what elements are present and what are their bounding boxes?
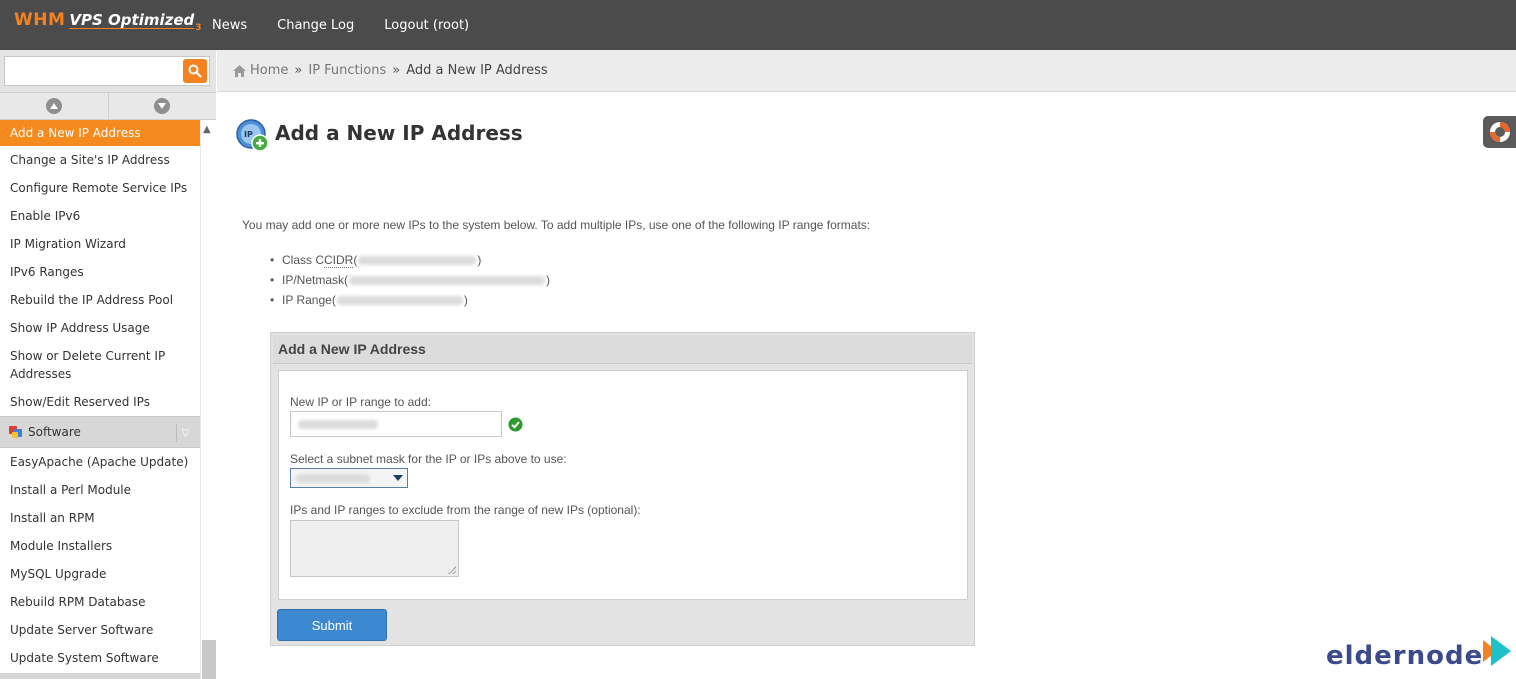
scroll-up-icon[interactable]: ▲: [203, 124, 211, 135]
redacted-mask-value: [296, 473, 370, 483]
watermark-text: eldernode: [1326, 641, 1484, 671]
expand-all-button[interactable]: [109, 93, 217, 119]
top-nav: News Change Log Logout (root): [212, 0, 499, 50]
sidebar-next-section: [0, 673, 200, 679]
arrow-down-icon: [154, 98, 171, 114]
nav-logout-link[interactable]: Logout (root): [384, 18, 469, 33]
format-label: IP/Netmask: [282, 273, 345, 287]
home-icon: [233, 64, 246, 77]
format-label: IP Range: [282, 293, 332, 307]
format-label: Class C: [282, 253, 325, 267]
form-body: New IP or IP range to add: Select a subn…: [278, 370, 968, 600]
breadcrumb: Home » IP Functions » Add a New IP Addre…: [217, 50, 1516, 92]
ip-format-list: • Class C CIDR ( ) • IP/Netmask ( ) • IP…: [270, 250, 550, 310]
exclude-ips-label: IPs and IP ranges to exclude from the ra…: [290, 503, 641, 517]
sidebar-item-ip-migration-wizard[interactable]: IP Migration Wizard: [0, 230, 200, 258]
search-input[interactable]: [4, 56, 210, 86]
ip-field-label: New IP or IP range to add:: [290, 395, 431, 409]
collapse-all-button[interactable]: [0, 93, 109, 119]
add-ip-form-panel: Add a New IP Address New IP or IP range …: [270, 332, 975, 646]
sidebar-section-software[interactable]: Software ▽: [0, 416, 200, 448]
sidebar: Add a New IP Address Change a Site's IP …: [0, 50, 216, 679]
redacted-example: [358, 255, 477, 265]
sidebar-menu: Add a New IP Address Change a Site's IP …: [0, 120, 200, 672]
intro-text: You may add one or more new IPs to the s…: [242, 218, 871, 232]
eldernode-watermark: eldernode: [1326, 636, 1512, 676]
resize-grip-icon[interactable]: [448, 566, 456, 574]
sidebar-item-install-rpm[interactable]: Install an RPM: [0, 504, 200, 532]
sidebar-scrollbar[interactable]: ▲: [200, 120, 216, 679]
check-icon: [508, 417, 523, 432]
breadcrumb-separator: »: [294, 63, 303, 78]
sidebar-item-add-new-ip[interactable]: Add a New IP Address: [0, 120, 200, 146]
submit-button[interactable]: Submit: [277, 609, 387, 641]
exclude-ips-textarea[interactable]: [290, 520, 459, 577]
play-arrows-icon: [1483, 636, 1512, 666]
svg-text:IP: IP: [244, 130, 253, 139]
help-button[interactable]: [1483, 116, 1516, 148]
logo-brand: WHM: [14, 10, 66, 30]
breadcrumb-separator: »: [392, 63, 401, 78]
sidebar-item-install-perl-module[interactable]: Install a Perl Module: [0, 476, 200, 504]
sidebar-search: [0, 50, 216, 92]
new-ip-input[interactable]: [290, 411, 502, 437]
subnet-mask-label: Select a subnet mask for the IP or IPs a…: [290, 452, 567, 466]
redacted-example: [336, 295, 463, 305]
chevron-down-icon[interactable]: ▽: [176, 424, 194, 442]
sidebar-item-show-ip-usage[interactable]: Show IP Address Usage: [0, 314, 200, 342]
nav-change-log-link[interactable]: Change Log: [277, 18, 354, 33]
cidr-abbr: CIDR: [324, 252, 354, 268]
redacted-ip-value: [298, 419, 378, 429]
sidebar-item-change-site-ip[interactable]: Change a Site's IP Address: [0, 146, 200, 174]
whm-logo[interactable]: WHM VPS Optimized 3: [14, 10, 202, 40]
arrow-up-icon: [45, 98, 62, 114]
logo-version: 3: [195, 23, 202, 33]
expand-collapse-row: [0, 92, 216, 120]
form-header: Add a New IP Address: [273, 335, 972, 364]
nav-news-link[interactable]: News: [212, 18, 247, 33]
page-title: Add a New IP Address: [275, 121, 523, 145]
sidebar-item-mysql-upgrade[interactable]: MySQL Upgrade: [0, 560, 200, 588]
subnet-mask-select[interactable]: [290, 468, 408, 488]
redacted-example: [349, 275, 546, 285]
sidebar-item-configure-remote-ips[interactable]: Configure Remote Service IPs: [0, 174, 200, 202]
add-ip-icon: IP: [236, 119, 269, 152]
top-bar: WHM VPS Optimized 3 News Change Log Logo…: [0, 0, 1516, 50]
breadcrumb-ip-functions-link[interactable]: IP Functions: [308, 63, 386, 78]
sidebar-section-label: Software: [28, 425, 81, 439]
lifebuoy-icon: [1489, 122, 1510, 142]
search-icon: [188, 64, 202, 78]
sidebar-item-module-installers[interactable]: Module Installers: [0, 532, 200, 560]
software-icon: [9, 426, 22, 438]
sidebar-item-ipv6-ranges[interactable]: IPv6 Ranges: [0, 258, 200, 286]
sidebar-item-rebuild-rpm-db[interactable]: Rebuild RPM Database: [0, 588, 200, 616]
sidebar-item-reserved-ips[interactable]: Show/Edit Reserved IPs: [0, 388, 200, 416]
sidebar-item-show-delete-ips[interactable]: Show or Delete Current IP Addresses: [0, 342, 200, 388]
sidebar-item-enable-ipv6[interactable]: Enable IPv6: [0, 202, 200, 230]
sidebar-item-easyapache[interactable]: EasyApache (Apache Update): [0, 448, 200, 476]
search-button[interactable]: [183, 59, 207, 83]
list-item: • Class C CIDR ( ): [270, 252, 482, 268]
breadcrumb-current: Add a New IP Address: [406, 63, 548, 78]
list-item: • IP/Netmask ( ): [270, 273, 551, 287]
scrollbar-thumb[interactable]: [202, 640, 216, 679]
breadcrumb-home-link[interactable]: Home: [250, 63, 288, 78]
sidebar-item-update-server-software[interactable]: Update Server Software: [0, 616, 200, 644]
sidebar-item-rebuild-ip-pool[interactable]: Rebuild the IP Address Pool: [0, 286, 200, 314]
dropdown-arrow-icon: [393, 475, 403, 481]
logo-product: VPS Optimized: [69, 11, 195, 29]
list-item: • IP Range ( ): [270, 293, 468, 307]
sidebar-item-update-system-software[interactable]: Update System Software: [0, 644, 200, 672]
